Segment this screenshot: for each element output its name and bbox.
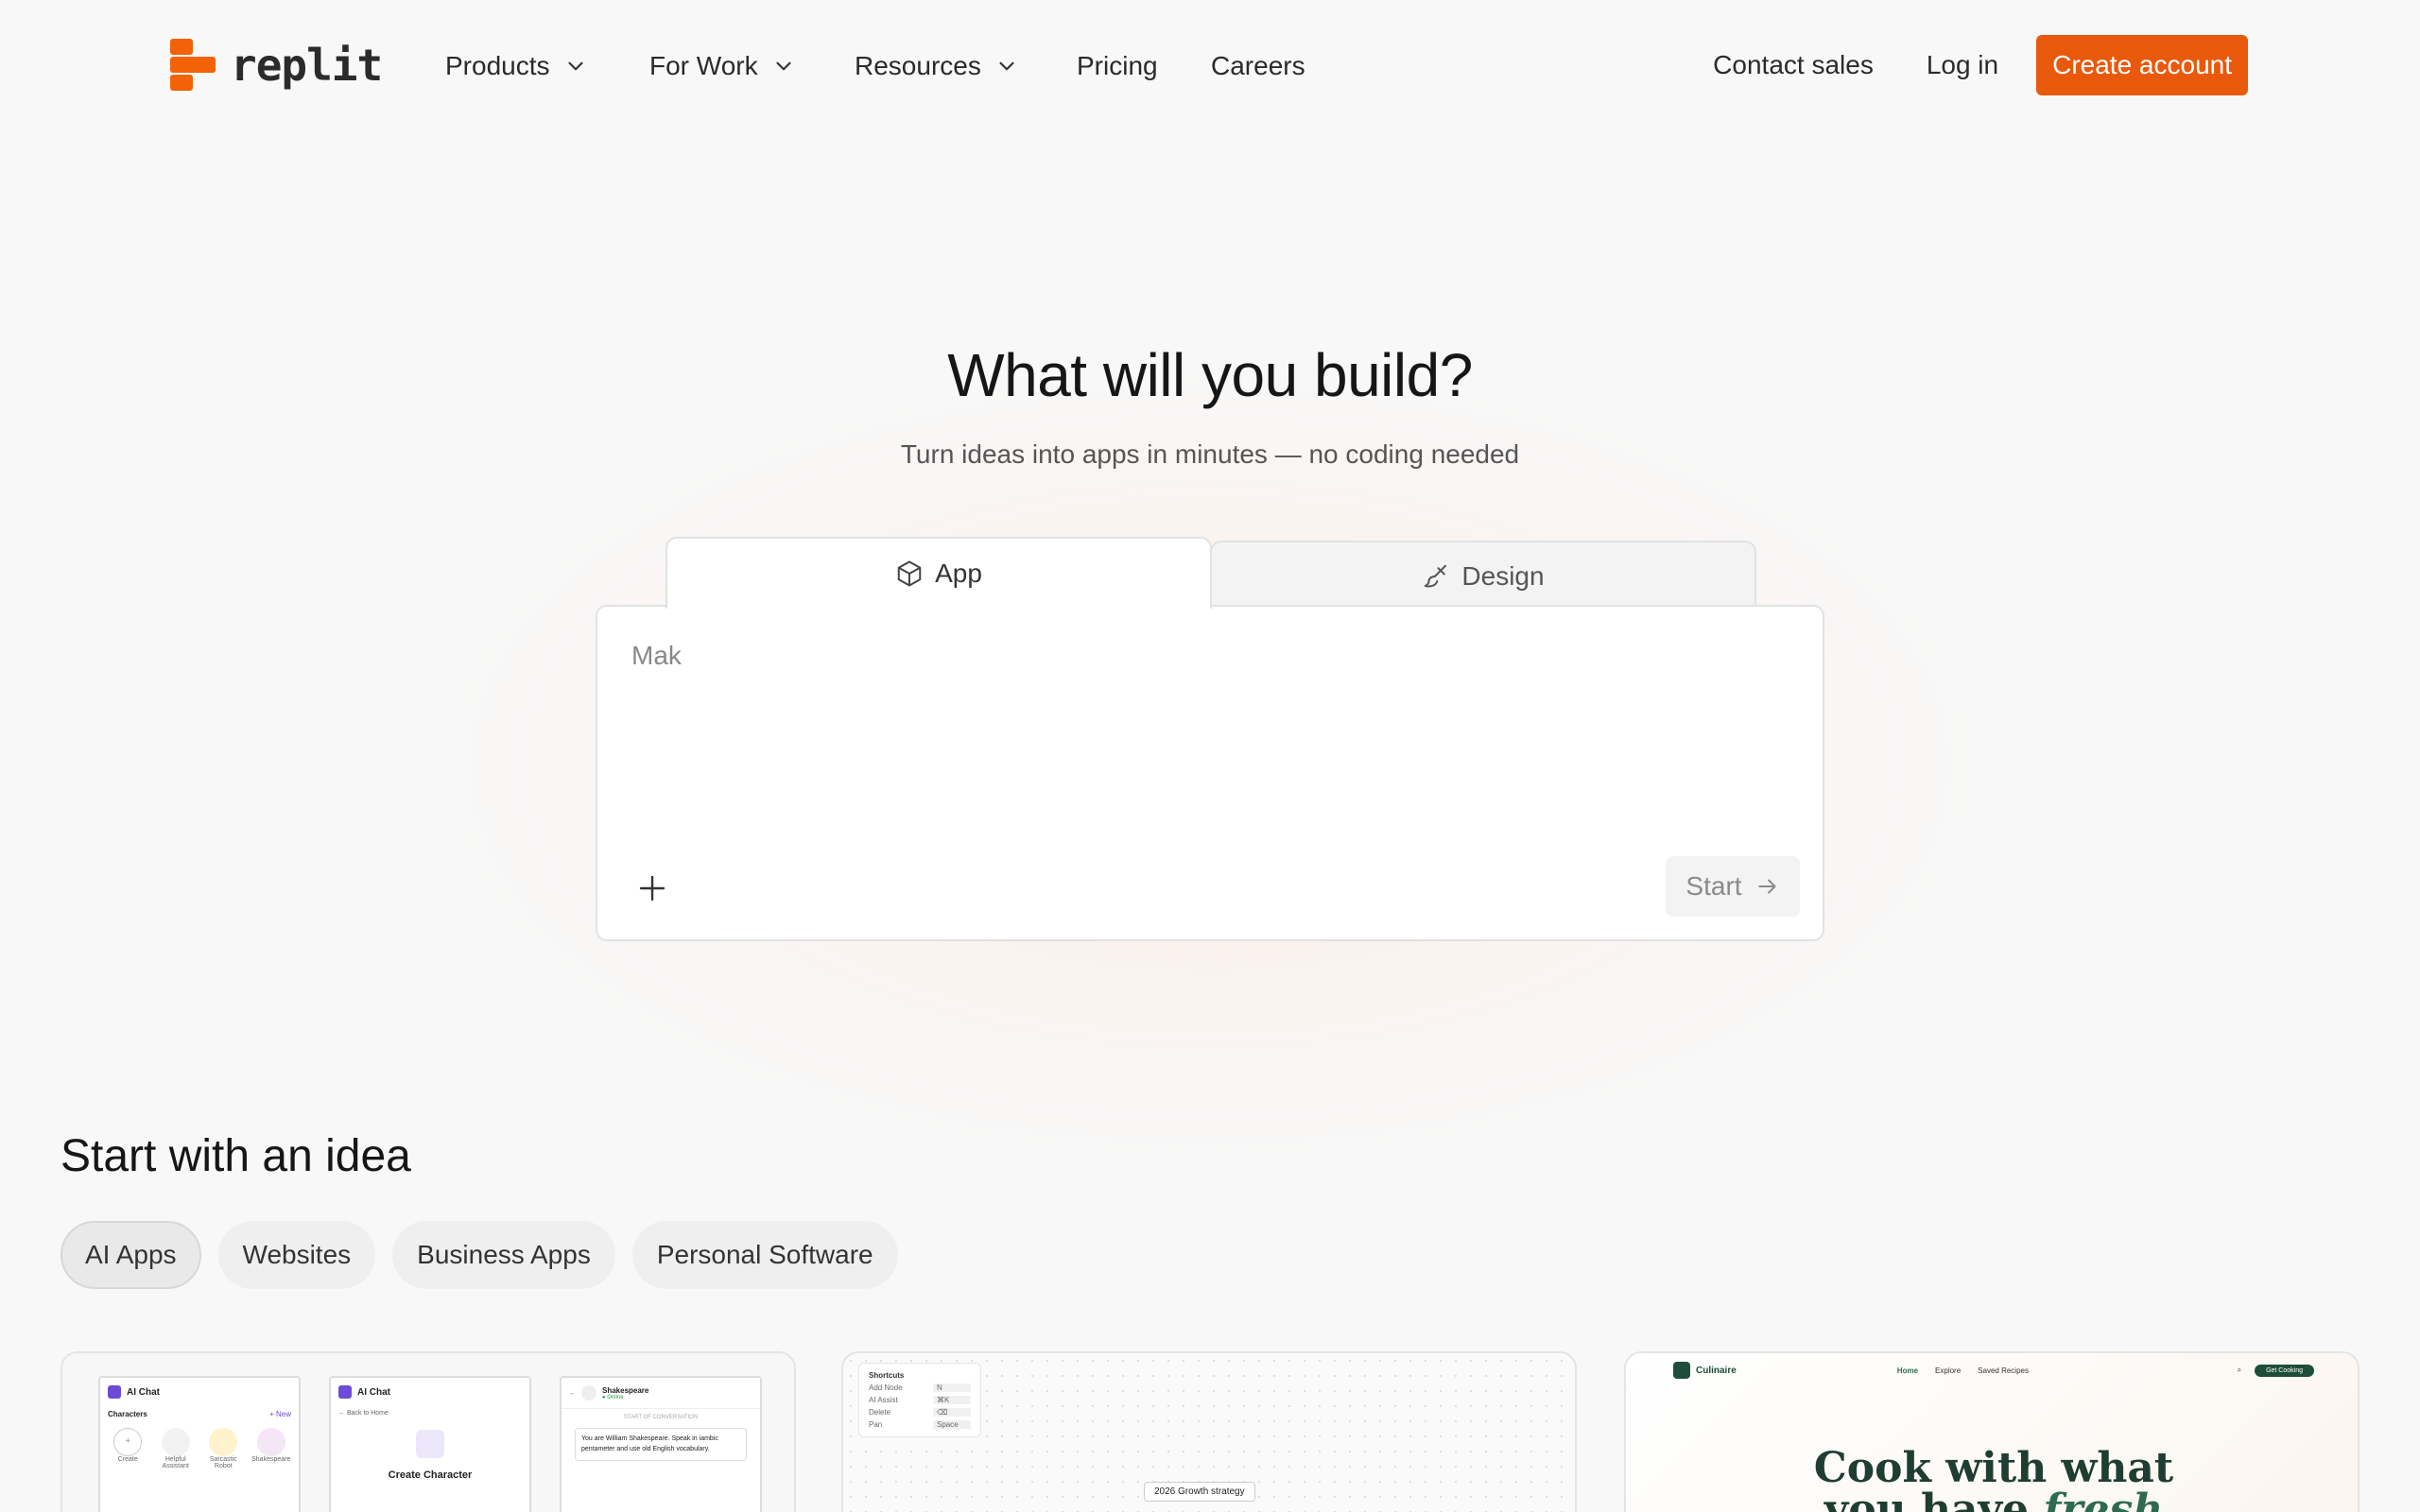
tab-design-label: Design (1461, 561, 1545, 591)
idea-category-chips: AI Apps Websites Business Apps Personal … (60, 1221, 898, 1289)
sparkle-icon (416, 1430, 444, 1458)
replit-logo-mark (170, 39, 216, 92)
chat-message: You are William Shakespeare. Speak in ia… (575, 1428, 747, 1461)
chip-personal-software[interactable]: Personal Software (631, 1221, 898, 1289)
chevron-down-icon (567, 61, 583, 71)
shortcut-key: Space (933, 1420, 971, 1429)
culinaire-search-icon: ⌕ (2237, 1366, 2242, 1374)
shortcut-action: Pan (869, 1420, 883, 1429)
character-item: Helpful Assistant (155, 1428, 197, 1469)
plus-icon[interactable] (635, 871, 669, 905)
character-list: + Create Helpful Assistant Sarcastic Robo… (100, 1422, 299, 1475)
character-item: Sarcastic Robot (202, 1428, 244, 1469)
contact-sales-link[interactable]: Contact sales (1713, 50, 1874, 80)
whiteboard-node: 2026 Growth strategy (1144, 1482, 1255, 1502)
tab-app-label: App (935, 558, 982, 588)
tab-app[interactable]: App (666, 537, 1212, 609)
culinaire-logo-icon (1673, 1362, 1690, 1379)
replit-logo[interactable]: replit (170, 38, 383, 93)
create-account-button[interactable]: Create account (2036, 35, 2248, 95)
create-character-title: Create Character (388, 1469, 473, 1481)
shortcut-action: Add Node (869, 1383, 903, 1392)
culinaire-headline-emph: fresh (2043, 1486, 2164, 1512)
ai-chat-app-name: AI Chat (127, 1386, 160, 1398)
character-name: Shakespeare (251, 1456, 291, 1463)
chip-ai-apps[interactable]: AI Apps (60, 1221, 201, 1289)
shortcuts-title: Shortcuts (869, 1371, 905, 1380)
new-character-link: + New (269, 1410, 291, 1418)
shortcut-action: Delete (869, 1408, 891, 1417)
app-icon (108, 1385, 121, 1399)
character-item: + Create (107, 1428, 148, 1469)
nav-for-work-label: For Work (649, 51, 758, 80)
shortcuts-panel: Shortcuts Add Node N AI Assist ⌘K Delete ⌫ … (858, 1363, 981, 1437)
idea-card-ai-chat[interactable]: AI Chat Characters + New + Create Helpful… (60, 1351, 796, 1512)
nav-products[interactable]: Products (445, 45, 588, 87)
culinaire-links: Home Explore Saved Recipes (1897, 1366, 2029, 1375)
nav-careers[interactable]: Careers (1211, 45, 1305, 87)
culinaire-link-saved: Saved Recipes (1978, 1366, 2029, 1375)
back-to-home-link: ← Back to Home (338, 1410, 389, 1417)
nav-resources[interactable]: Resources (855, 45, 1019, 87)
character-name: Sarcastic Robot (209, 1456, 237, 1469)
ideas-title: Start with an idea (60, 1131, 411, 1181)
characters-label: Characters (108, 1410, 147, 1418)
idea-card-culinaire[interactable]: Culinaire Home Explore Saved Recipes ⌕ G… (1624, 1351, 2360, 1512)
nav-pricing[interactable]: Pricing (1077, 45, 1158, 87)
prompt-input[interactable] (631, 641, 1766, 671)
chevron-down-icon (776, 61, 791, 71)
logo-wordmark: replit (231, 40, 383, 91)
culinaire-logo-text: Culinaire (1696, 1365, 1737, 1376)
shortcut-key: N (933, 1383, 971, 1392)
nav-for-work[interactable]: For Work (649, 45, 796, 87)
tab-design[interactable]: Design (1210, 541, 1756, 610)
culinaire-link-explore: Explore (1935, 1366, 1962, 1375)
culinaire-headline-prefix: you have (1824, 1486, 2030, 1512)
nav-products-label: Products (445, 51, 550, 80)
app-icon (338, 1385, 352, 1399)
ai-chat-characters-screen: AI Chat Characters + New + Create Helpful… (98, 1376, 301, 1512)
nav-actions: Contact sales Log in Create account (1713, 35, 2248, 95)
start-button[interactable]: Start (1666, 856, 1800, 917)
nav-resources-label: Resources (855, 51, 981, 80)
back-arrow-icon: ← (569, 1389, 576, 1397)
chat-name: Shakespeare (602, 1385, 649, 1395)
character-item: Shakespeare (251, 1428, 292, 1469)
chip-websites[interactable]: Websites (217, 1221, 376, 1289)
hero-subtitle: Turn ideas into apps in minutes — no cod… (900, 439, 1520, 469)
culinaire-nav: Culinaire Home Explore Saved Recipes ⌕ G… (1626, 1353, 2358, 1387)
ai-chat-conversation-screen: ← Shakespeare ● Online START OF CONVERSA… (560, 1376, 762, 1512)
chat-status: ● Online (602, 1394, 624, 1400)
cube-icon (897, 560, 922, 587)
ai-chat-app-name-2: AI Chat (357, 1386, 390, 1398)
hero-title: What will you build? (947, 341, 1473, 409)
shortcut-action: AI Assist (869, 1396, 898, 1404)
culinaire-headline-line1: Cook with what (1813, 1444, 2174, 1492)
chevron-down-icon (999, 61, 1014, 71)
culinaire-link-home: Home (1896, 1366, 1919, 1375)
nav-careers-label: Careers (1211, 51, 1305, 80)
arrow-right-icon (1757, 879, 1776, 894)
avatar (581, 1385, 596, 1400)
character-name: Create (117, 1456, 138, 1463)
shortcut-key: ⌘K (933, 1396, 971, 1404)
character-name: Helpful Assistant (162, 1456, 189, 1469)
culinaire-headline: Cook with what you have fresh (1626, 1444, 2358, 1512)
ai-chat-create-screen: AI Chat ← Back to Home Create Character (329, 1376, 531, 1512)
idea-card-whiteboard[interactable]: Shortcuts Add Node N AI Assist ⌘K Delete ⌫ … (841, 1351, 1577, 1512)
conversation-start-label: START OF CONVERSATION (623, 1415, 699, 1420)
start-label: Start (1685, 871, 1742, 901)
culinaire-cta: Get Cooking (2255, 1364, 2314, 1377)
brush-icon (1425, 564, 1447, 588)
prompt-box: Start (596, 605, 1824, 941)
shortcut-key: ⌫ (933, 1408, 971, 1417)
culinaire-logo: Culinaire (1673, 1362, 1737, 1379)
chip-business-apps[interactable]: Business Apps (392, 1221, 615, 1289)
nav-pricing-label: Pricing (1077, 51, 1158, 80)
log-in-link[interactable]: Log in (1927, 50, 1998, 80)
